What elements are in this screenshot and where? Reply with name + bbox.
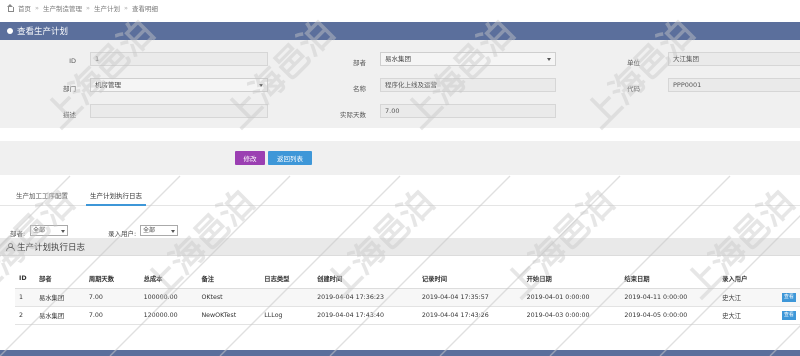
id-field[interactable]: 1 — [90, 52, 268, 66]
days-field[interactable]: 7.00 — [380, 104, 556, 118]
group-filter-select[interactable]: 全部 — [30, 225, 68, 236]
column-header[interactable]: 周期天数 — [84, 270, 140, 289]
edit-button[interactable]: 修改 — [235, 151, 265, 165]
plan-detail-form: ID 1 部者 易水集团 单位 大江集团 部门 机房管理 名称 程序化上线及运营… — [0, 40, 800, 128]
column-header[interactable]: 总成本 — [139, 270, 198, 289]
days-label: 实际天数 — [340, 111, 366, 119]
column-header[interactable]: 备注 — [197, 270, 261, 289]
group-filter-label: 部者: — [10, 230, 26, 238]
name-field[interactable]: 程序化上线及运营 — [380, 78, 556, 92]
column-header[interactable]: 日志类型 — [260, 270, 314, 289]
table-cell: 易水集团 — [34, 288, 85, 307]
breadcrumb-home[interactable]: 首页 — [18, 3, 31, 13]
footer-bar — [0, 350, 800, 356]
table-cell: 史大江 — [718, 306, 778, 325]
chevron-down-icon — [259, 84, 263, 87]
table-cell: 100000.00 — [139, 288, 198, 307]
group-label: 部者 — [353, 59, 366, 67]
chevron-down-icon — [547, 58, 551, 61]
table-cell: 2019-04-04 17:43:40 — [313, 306, 418, 325]
table-row[interactable]: 1 易水集团 7.00 100000.00 OKtest 2019-04-04 … — [15, 288, 800, 307]
tab-execution-log[interactable]: 生产计划执行日志 — [86, 190, 146, 206]
dept-label: 部门 — [63, 85, 76, 93]
table-cell: 2019-04-04 17:35:57 — [417, 288, 523, 307]
breadcrumb: 首页 » 生产制造管理 » 生产计划 » 查看明细 — [6, 3, 158, 13]
column-header[interactable]: 记录时间 — [417, 270, 523, 289]
dept-select-value: 机房管理 — [95, 81, 121, 89]
column-header — [777, 270, 800, 289]
tab-process-config[interactable]: 生产加工工序配置 — [12, 190, 72, 206]
table-cell: 7.00 — [84, 288, 140, 307]
table-cell: 易水集团 — [34, 306, 85, 325]
group-select[interactable]: 易水集团 — [380, 52, 556, 66]
table-cell: 7.00 — [84, 306, 140, 325]
column-header[interactable]: 结束日期 — [620, 270, 719, 289]
group-filter-value: 全部 — [33, 227, 46, 234]
table-cell: 2019-04-05 0:00:00 — [620, 306, 719, 325]
table-cell: 2019-04-04 17:36:23 — [313, 288, 418, 307]
unit-label: 单位 — [627, 59, 640, 67]
breadcrumb-manufacturing[interactable]: 生产制造管理 — [43, 3, 82, 13]
column-header[interactable]: 创建时间 — [313, 270, 418, 289]
table-cell: NewOKTest — [197, 306, 261, 325]
table-cell: 查看 — [777, 288, 800, 307]
action-bar: 修改 返回列表 — [0, 141, 800, 175]
dept-select[interactable]: 机房管理 — [90, 78, 268, 92]
view-button[interactable]: 查看 — [781, 292, 796, 302]
name-label: 名称 — [353, 85, 366, 93]
breadcrumb-separator: » — [85, 4, 90, 12]
breadcrumb-current: 查看明细 — [131, 5, 158, 13]
log-section-header: 生产计划执行日志 — [0, 238, 800, 256]
table-cell: 2019-04-11 0:00:00 — [620, 288, 719, 307]
code-field[interactable]: PPP0001 — [668, 78, 800, 92]
table-cell: 2019-04-04 17:43:26 — [417, 306, 523, 325]
table-cell — [260, 288, 314, 307]
panel-header: 查看生产计划 — [0, 22, 800, 40]
breadcrumb-separator: » — [123, 4, 128, 12]
detail-tabs: 生产加工工序配置 生产计划执行日志 — [0, 186, 800, 206]
table-cell: 查看 — [777, 306, 800, 325]
table-header-row: ID 部者 周期天数 总成本 备注 日志类型 创建时间 记录时间 开始日期 结束… — [15, 270, 800, 289]
table-cell: LLLog — [260, 306, 314, 325]
table-cell: 1 — [15, 288, 35, 307]
column-header[interactable]: 部者 — [34, 270, 85, 289]
table-cell: 史大江 — [718, 288, 778, 307]
log-section-title: 生产计划执行日志 — [17, 242, 86, 253]
page-title: 查看生产计划 — [17, 27, 69, 37]
chevron-down-icon — [171, 230, 175, 233]
id-label: ID — [69, 57, 76, 65]
code-label: 代码 — [627, 85, 640, 93]
user-filter-value: 全部 — [143, 227, 156, 234]
bullet-icon — [7, 28, 13, 34]
table-cell: OKtest — [197, 288, 261, 307]
home-icon[interactable] — [6, 4, 14, 12]
breadcrumb-separator: » — [35, 4, 39, 12]
table-row[interactable]: 2 易水集团 7.00 120000.00 NewOKTest LLLog 20… — [15, 306, 800, 325]
back-to-list-button[interactable]: 返回列表 — [268, 151, 312, 165]
desc-label: 描述 — [63, 111, 76, 119]
user-filter-select[interactable]: 全部 — [140, 225, 178, 236]
view-button[interactable]: 查看 — [781, 310, 796, 320]
execution-log-table: ID 部者 周期天数 总成本 备注 日志类型 创建时间 记录时间 开始日期 结束… — [15, 270, 800, 325]
column-header[interactable]: 开始日期 — [522, 270, 621, 289]
user-filter-label: 录入用户: — [108, 230, 137, 238]
breadcrumb-production-plan[interactable]: 生产计划 — [94, 3, 120, 13]
log-filters: 部者: 全部 录入用户: 全部 — [0, 224, 800, 238]
table-cell: 120000.00 — [139, 306, 198, 325]
column-header[interactable]: 录入用户 — [718, 270, 778, 289]
table-cell: 2019-04-03 0:00:00 — [522, 306, 621, 325]
table-cell: 2 — [15, 306, 35, 325]
desc-field[interactable] — [90, 104, 268, 118]
unit-field[interactable]: 大江集团 — [668, 52, 800, 66]
chevron-down-icon — [61, 230, 65, 233]
group-select-value: 易水集团 — [385, 55, 411, 63]
table-cell: 2019-04-01 0:00:00 — [522, 288, 621, 307]
user-icon — [6, 242, 15, 251]
column-header[interactable]: ID — [15, 270, 35, 289]
